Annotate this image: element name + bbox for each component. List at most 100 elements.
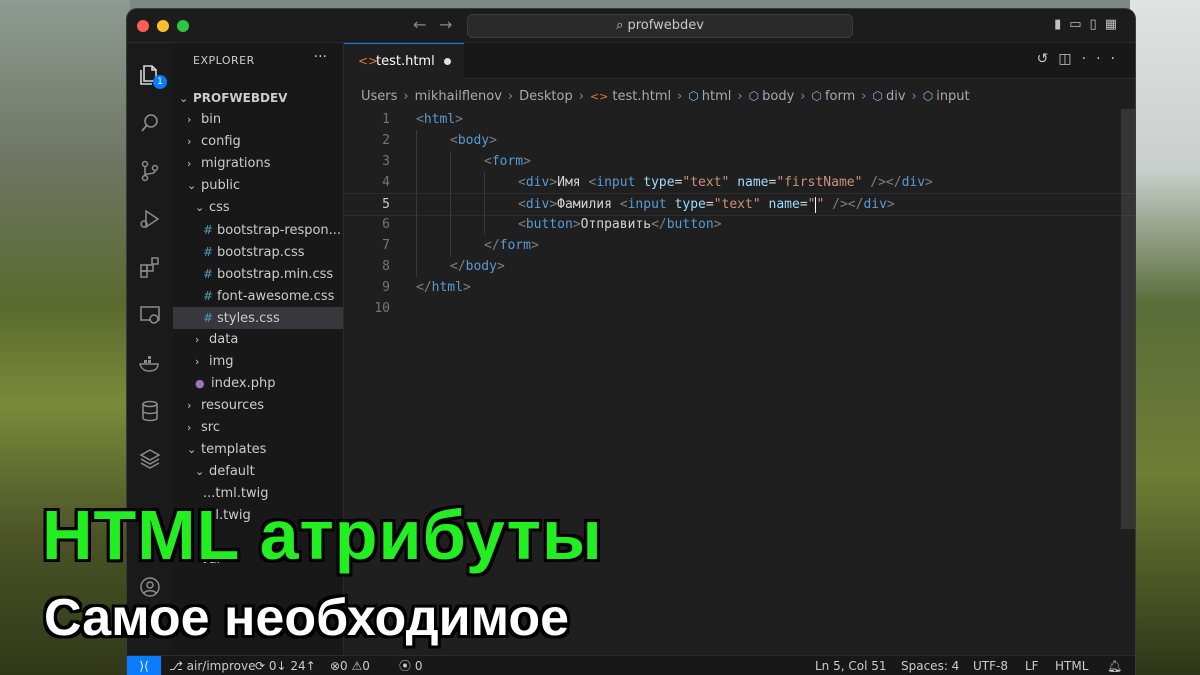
unsaved-dot-icon[interactable] bbox=[444, 58, 451, 65]
chevron-right-icon: › bbox=[911, 89, 917, 104]
tree-item[interactable]: # bootstrap-respon... bbox=[173, 219, 343, 241]
tree-item[interactable]: › bin bbox=[173, 109, 343, 131]
tree-item[interactable]: # bootstrap.min.css bbox=[173, 263, 343, 285]
code-line[interactable]: 10 bbox=[344, 298, 1135, 319]
indent-guide bbox=[450, 172, 451, 193]
line-number: 9 bbox=[382, 280, 390, 295]
code-line[interactable]: 7 </form> bbox=[344, 235, 1135, 256]
breadcrumb-item[interactable]: form bbox=[825, 89, 855, 104]
layers-icon[interactable] bbox=[138, 447, 162, 471]
tree-item-label: public bbox=[201, 178, 241, 193]
toggle-sidebar-icon[interactable]: ▮ bbox=[1054, 17, 1069, 32]
breadcrumb-item[interactable]: mikhailflenov bbox=[415, 89, 502, 104]
scrollbar-thumb[interactable] bbox=[1121, 109, 1135, 529]
remote-explorer-icon[interactable] bbox=[138, 303, 162, 327]
project-root[interactable]: ⌄ PROFWEBDEV bbox=[173, 87, 343, 109]
code-line[interactable]: 5 <div>Фамилия <input type="text" name=""… bbox=[344, 193, 1135, 216]
notifications-bell-icon[interactable]: 🔔︎ bbox=[1107, 656, 1122, 675]
breadcrumb-item[interactable]: test.html bbox=[612, 89, 671, 104]
code-line[interactable]: 1 <html> bbox=[344, 109, 1135, 130]
code-line[interactable]: 2 <body> bbox=[344, 130, 1135, 151]
run-debug-icon[interactable] bbox=[138, 207, 162, 231]
timeline-icon[interactable]: ↺ bbox=[1037, 51, 1059, 67]
overlay-title: HTML атрибуты bbox=[42, 496, 603, 574]
chevron-right-icon: › bbox=[737, 89, 743, 104]
breadcrumb-item[interactable]: Desktop bbox=[519, 89, 573, 104]
more-actions-icon[interactable]: ··· bbox=[314, 49, 327, 65]
project-name: PROFWEBDEV bbox=[193, 91, 288, 105]
tree-item[interactable]: # font-awesome.css bbox=[173, 285, 343, 307]
language-mode[interactable]: HTML bbox=[1055, 656, 1088, 675]
code-line[interactable]: 9 </html> bbox=[344, 277, 1135, 298]
forward-arrow-icon[interactable]: → bbox=[439, 15, 452, 34]
tree-item[interactable]: › config bbox=[173, 131, 343, 153]
customize-layout-icon[interactable]: ▦ bbox=[1105, 17, 1125, 32]
breadcrumb-item[interactable]: Users bbox=[361, 89, 397, 104]
cursor-position[interactable]: Ln 5, Col 51 bbox=[815, 656, 887, 675]
code-text: </form> bbox=[484, 238, 539, 253]
toggle-secondary-sidebar-icon[interactable]: ▯ bbox=[1090, 17, 1105, 32]
split-editor-icon[interactable]: ◫ bbox=[1058, 51, 1081, 67]
database-icon[interactable] bbox=[138, 399, 162, 423]
chevron-down-icon: ⌄ bbox=[179, 92, 189, 105]
tree-item[interactable]: # bootstrap.css bbox=[173, 241, 343, 263]
explorer-badge: 1 bbox=[153, 75, 167, 89]
tree-item[interactable]: ⌄ default bbox=[173, 461, 343, 483]
tab-test-html[interactable]: <> test.html bbox=[344, 43, 464, 79]
tree-item[interactable]: › resources bbox=[173, 395, 343, 417]
breadcrumb-item[interactable]: div bbox=[886, 89, 906, 104]
code-line[interactable]: 6 <button>Отправить</button> bbox=[344, 214, 1135, 235]
remote-indicator-icon[interactable]: ⟩⟨ bbox=[127, 656, 161, 675]
encoding-status[interactable]: UTF-8 bbox=[973, 656, 1008, 675]
chevron-down-icon: ⌄ bbox=[195, 201, 205, 214]
indent-guide bbox=[484, 194, 485, 215]
line-number: 1 bbox=[382, 112, 390, 127]
problems-status[interactable]: ⊗0 ⚠0 bbox=[330, 656, 370, 675]
chevron-right-icon: › bbox=[187, 421, 192, 434]
breadcrumb-item[interactable]: html bbox=[702, 89, 732, 104]
indentation-status[interactable]: Spaces: 4 bbox=[901, 656, 959, 675]
tree-item[interactable]: ⌄ templates bbox=[173, 439, 343, 461]
branch-status[interactable]: ⎇ air/improve bbox=[169, 656, 255, 675]
eol-status[interactable]: LF bbox=[1025, 656, 1039, 675]
back-arrow-icon[interactable]: ← bbox=[413, 15, 426, 34]
sync-status[interactable]: ⟳ 0↓ 24↑ bbox=[255, 656, 316, 675]
search-icon[interactable] bbox=[138, 111, 162, 135]
command-center-search[interactable]: ⌕ profwebdev bbox=[467, 14, 853, 38]
maximize-window-button[interactable] bbox=[177, 20, 189, 32]
indent-guide bbox=[484, 172, 485, 193]
tab-bar: <> test.html ↺◫··· bbox=[344, 43, 1135, 79]
code-line[interactable]: 8 </body> bbox=[344, 256, 1135, 277]
code-line[interactable]: 4 <div>Имя <input type="text" name="first… bbox=[344, 172, 1135, 193]
code-text: </body> bbox=[450, 259, 505, 274]
ports-icon: ⦿ bbox=[399, 659, 415, 673]
tree-item[interactable]: ● index.php bbox=[173, 373, 343, 395]
breadcrumb-item[interactable]: input bbox=[936, 89, 969, 104]
tree-item[interactable]: # styles.css bbox=[173, 307, 343, 329]
tree-item[interactable]: › src bbox=[173, 417, 343, 439]
line-number: 3 bbox=[382, 154, 390, 169]
indent-guide bbox=[416, 235, 417, 256]
docker-icon[interactable] bbox=[138, 351, 162, 375]
tree-item[interactable]: › data bbox=[173, 329, 343, 351]
close-window-button[interactable] bbox=[137, 20, 149, 32]
breadcrumb-item[interactable]: body bbox=[762, 89, 794, 104]
chevron-right-icon: › bbox=[861, 89, 867, 104]
source-control-icon[interactable] bbox=[138, 159, 162, 183]
ports-status[interactable]: ⦿ 0 bbox=[399, 656, 422, 675]
css-file-icon: # bbox=[203, 223, 214, 237]
minimize-window-button[interactable] bbox=[157, 20, 169, 32]
code-line[interactable]: 3 <form> bbox=[344, 151, 1135, 172]
branch-icon: ⎇ bbox=[169, 659, 187, 673]
extensions-icon[interactable] bbox=[138, 255, 162, 279]
toggle-panel-icon[interactable]: ▭ bbox=[1069, 17, 1089, 32]
tree-item[interactable]: › img bbox=[173, 351, 343, 373]
title-bar: ← → ⌕ profwebdev ▮▭▯▦ bbox=[127, 9, 1135, 43]
tree-item[interactable]: › migrations bbox=[173, 153, 343, 175]
tree-item[interactable]: ⌄ public bbox=[173, 175, 343, 197]
more-icon[interactable]: ··· bbox=[1082, 51, 1125, 67]
overlay-subtitle: Самое необходимое bbox=[44, 589, 570, 647]
editor-actions: ↺◫··· bbox=[1037, 51, 1125, 67]
chevron-right-icon: › bbox=[677, 89, 683, 104]
tree-item[interactable]: ⌄ css bbox=[173, 197, 343, 219]
